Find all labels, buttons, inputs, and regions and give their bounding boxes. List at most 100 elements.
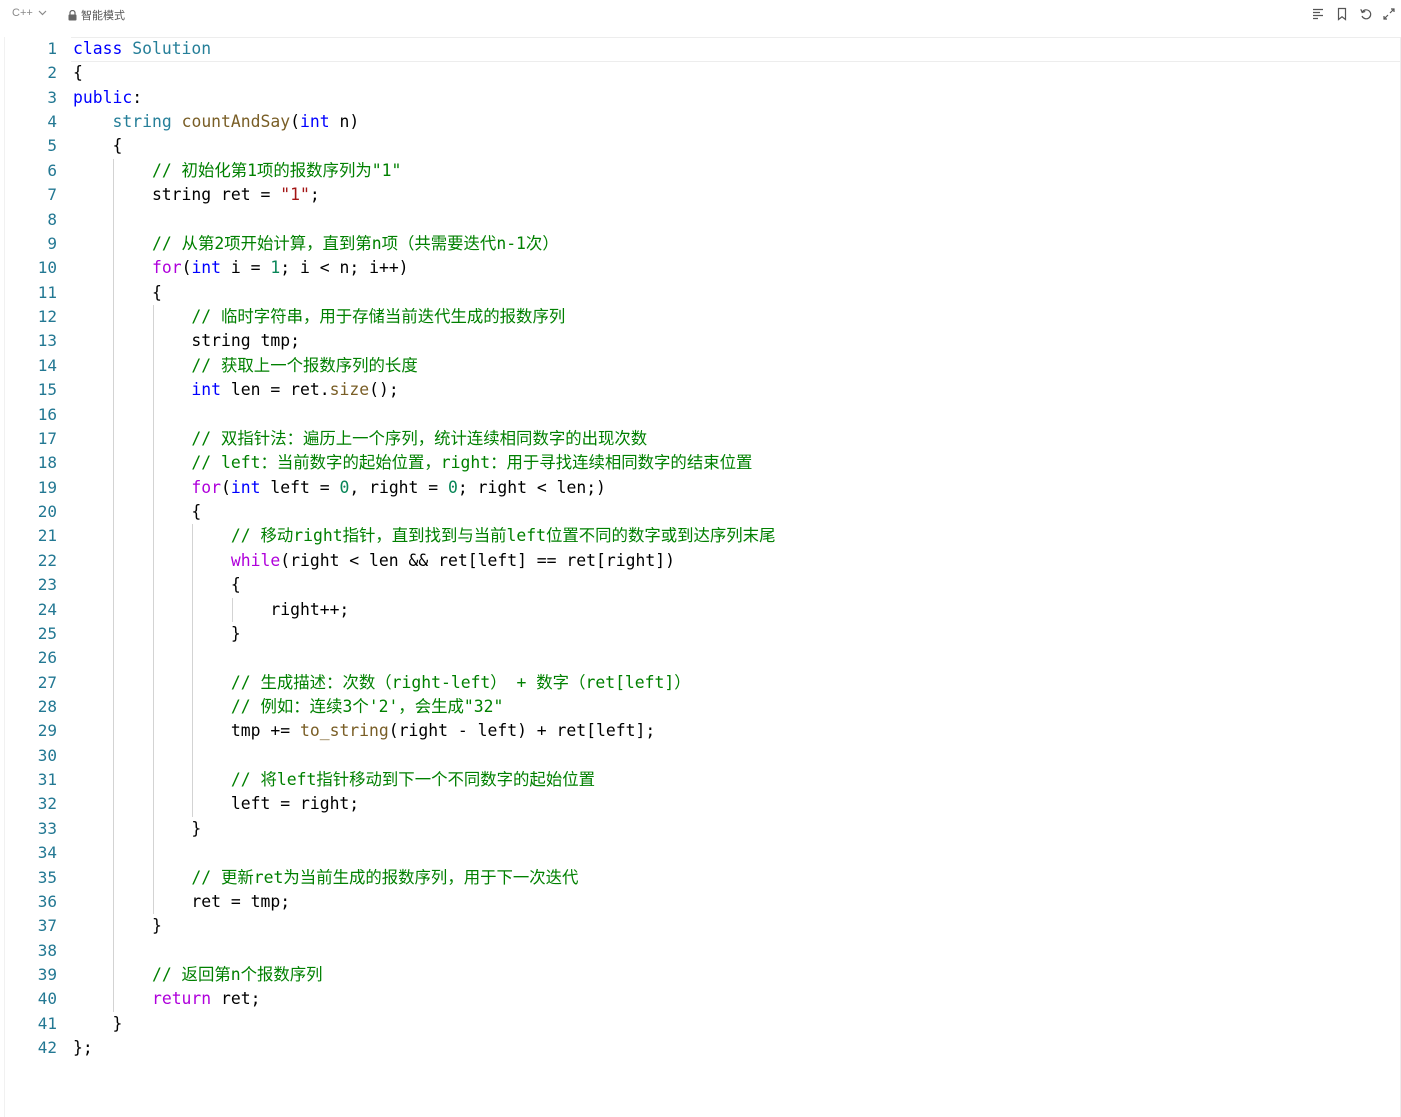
code-line[interactable]: 4 string countAndSay(int n) xyxy=(5,110,1400,134)
code-line[interactable]: 31 // 将left指针移动到下一个不同数字的起始位置 xyxy=(5,768,1400,792)
code-line[interactable]: 26 xyxy=(5,646,1400,670)
code-line[interactable]: 11 { xyxy=(5,281,1400,305)
code-line[interactable]: 40 return ret; xyxy=(5,987,1400,1011)
code-token: 1 xyxy=(270,258,281,278)
code-line[interactable]: 3 public: xyxy=(5,86,1400,110)
code-text: string countAndSay(int n) xyxy=(73,110,359,134)
code-token: ; right < len;) xyxy=(457,477,606,497)
code-editor[interactable]: 1 class Solution 2{3 public: 4 string countA… xyxy=(4,37,1401,1117)
code-token: for xyxy=(151,258,182,278)
code-token: { xyxy=(73,63,83,83)
line-number: 17 xyxy=(37,428,57,448)
code-line[interactable]: 34 xyxy=(5,841,1400,865)
code-line[interactable]: 36 ret = tmp; xyxy=(5,890,1400,914)
line-number: 35 xyxy=(37,867,57,887)
code-token: tmp += xyxy=(73,721,300,741)
code-line[interactable]: 5 { xyxy=(5,134,1400,158)
line-number: 26 xyxy=(37,648,57,668)
code-line[interactable]: 13 string tmp; xyxy=(5,329,1400,353)
line-number: 42 xyxy=(37,1038,57,1058)
code-line[interactable]: 14 // 获取上一个报数序列的长度 xyxy=(5,354,1400,378)
code-line[interactable]: 29 tmp += to_string(right - left) + ret[… xyxy=(5,719,1400,743)
code-line[interactable]: 20 { xyxy=(5,500,1400,524)
reset-icon[interactable] xyxy=(1359,7,1373,21)
line-number: 20 xyxy=(37,502,57,522)
line-number: 36 xyxy=(37,891,57,911)
code-token: ( xyxy=(221,477,231,497)
code-line[interactable]: 38 xyxy=(5,939,1400,963)
code-line[interactable]: 10 for(int i = 1; i < n; i++) xyxy=(5,256,1400,280)
code-token: } xyxy=(73,623,241,643)
code-line[interactable]: 18 // left：当前数字的起始位置，right：用于寻找连续相同数字的结束… xyxy=(5,451,1400,475)
language-select[interactable]: C++ xyxy=(12,7,47,19)
code-text: // 例如：连续3个'2'，会生成"32" xyxy=(73,695,503,719)
code-line[interactable]: 1 class Solution xyxy=(5,37,1400,62)
code-token: while xyxy=(230,550,281,570)
code-line[interactable]: 30 xyxy=(5,744,1400,768)
code-line[interactable]: 7 string ret = "1"; xyxy=(5,183,1400,207)
line-number: 41 xyxy=(37,1013,57,1033)
code-token: } xyxy=(73,1013,123,1033)
code-line[interactable]: 8 xyxy=(5,208,1400,232)
code-line[interactable]: 17 // 双指针法：遍历上一个序列，统计连续相同数字的出现次数 xyxy=(5,427,1400,451)
code-text: // 移动right指针，直到找到与当前left位置不同的数字或到达序列末尾 xyxy=(73,524,776,548)
code-text: { xyxy=(73,281,162,305)
code-token: ( xyxy=(290,112,301,132)
code-line[interactable]: 21 // 移动right指针，直到找到与当前left位置不同的数字或到达序列末… xyxy=(5,524,1400,548)
code-text: return ret; xyxy=(73,987,261,1011)
code-line[interactable]: 6 // 初始化第1项的报数序列为"1" xyxy=(5,159,1400,183)
line-number: 28 xyxy=(37,696,57,716)
line-number: 22 xyxy=(37,550,57,570)
mode-label: 智能模式 xyxy=(81,9,125,22)
code-text: while(right < len && ret[left] == ret[ri… xyxy=(73,549,675,573)
mode-indicator: 智能模式 xyxy=(68,7,125,23)
code-token: countAndSay xyxy=(181,112,291,132)
line-number: 29 xyxy=(37,721,57,741)
code-line[interactable]: 35 // 更新ret为当前生成的报数序列，用于下一次迭代 xyxy=(5,866,1400,890)
line-number: 32 xyxy=(37,794,57,814)
code-token: i = xyxy=(221,258,271,278)
code-line[interactable]: 27 // 生成描述：次数（right-left） + 数字（ret[left]… xyxy=(5,671,1400,695)
code-line[interactable]: 41 } xyxy=(5,1012,1400,1036)
code-token: // 初始化第1项的报数序列为"1" xyxy=(151,160,402,180)
code-line[interactable]: 12 // 临时字符串，用于存储当前迭代生成的报数序列 xyxy=(5,305,1400,329)
line-number: 25 xyxy=(37,623,57,643)
code-line[interactable]: 23 { xyxy=(5,573,1400,597)
code-token: 0 xyxy=(448,477,458,497)
code-text: // 双指针法：遍历上一个序列，统计连续相同数字的出现次数 xyxy=(73,427,647,451)
code-line[interactable]: 37 } xyxy=(5,914,1400,938)
line-number: 21 xyxy=(37,526,57,546)
code-token: { xyxy=(73,575,241,595)
code-line[interactable]: 42}; xyxy=(5,1036,1400,1060)
code-line[interactable]: 19 for(int left = 0, right = 0; right < … xyxy=(5,476,1400,500)
code-line[interactable]: 9 // 从第2项开始计算，直到第n项（共需要迭代n-1次） xyxy=(5,232,1400,256)
code-token: : xyxy=(132,87,143,107)
code-token: } xyxy=(73,818,202,838)
code-line[interactable]: 24 right++; xyxy=(5,598,1400,622)
code-text: { xyxy=(73,61,83,85)
bookmark-icon[interactable] xyxy=(1335,7,1349,21)
format-icon[interactable] xyxy=(1311,7,1325,21)
code-text: for(int i = 1; i < n; i++) xyxy=(73,256,409,280)
line-number: 24 xyxy=(37,599,57,619)
code-line[interactable]: 33 } xyxy=(5,817,1400,841)
code-line[interactable]: 2{ xyxy=(5,61,1400,85)
code-line[interactable]: 28 // 例如：连续3个'2'，会生成"32" xyxy=(5,695,1400,719)
code-line[interactable]: 25 } xyxy=(5,622,1400,646)
code-line[interactable]: 39 // 返回第n个报数序列 xyxy=(5,963,1400,987)
expand-icon[interactable] xyxy=(1383,7,1395,21)
code-line[interactable]: 22 while(right < len && ret[left] == ret… xyxy=(5,549,1400,573)
chevron-down-icon xyxy=(38,10,47,16)
code-line[interactable]: 32 left = right; xyxy=(5,792,1400,816)
code-line[interactable]: 16 xyxy=(5,403,1400,427)
line-number: 3 xyxy=(47,87,57,107)
code-token: len = ret. xyxy=(221,380,330,400)
code-token: string tmp; xyxy=(73,331,300,351)
code-line[interactable]: 15 int len = ret.size(); xyxy=(5,378,1400,402)
